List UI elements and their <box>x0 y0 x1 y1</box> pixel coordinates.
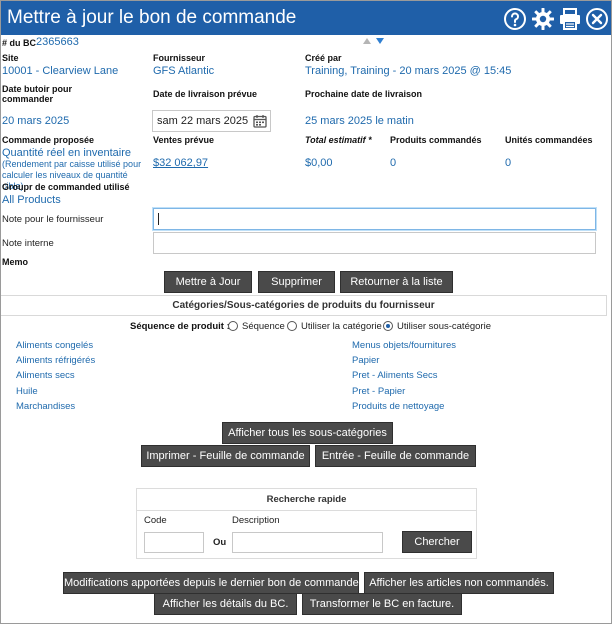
estimated-total-label: Total estimatif * <box>305 135 372 145</box>
supplier-value: GFS Atlantic <box>153 65 215 77</box>
estimated-total-value: $0,00 <box>305 157 333 169</box>
print-order-sheet-button[interactable]: Imprimer - Feuille de commande <box>141 445 310 467</box>
internal-note-input[interactable] <box>153 232 596 254</box>
radio-sequence-label: Séquence <box>242 321 285 332</box>
category-link[interactable]: Aliments réfrigérés <box>16 355 95 366</box>
or-label: Ou <box>213 537 227 548</box>
delivery-date-field[interactable]: sam 22 mars 2025 <box>152 110 271 132</box>
convert-to-invoice-button[interactable]: Transformer le BC en facture. <box>302 593 462 615</box>
order-group-label: Groupr de commanded utilisé <box>2 182 130 192</box>
po-number: 2365663 <box>36 36 79 48</box>
units-ordered-label: Unités commandées <box>505 135 593 145</box>
delivery-date-text: sam 22 mars 2025 <box>157 115 249 127</box>
supplier-note-label: Note pour le fournisseur <box>2 214 104 225</box>
products-ordered-label: Produits commandés <box>390 135 482 145</box>
memo-label: Memo <box>2 257 29 267</box>
po-number-label: # du BC <box>2 38 37 48</box>
update-button[interactable]: Mettre à Jour <box>164 271 252 293</box>
code-label: Code <box>144 515 167 526</box>
site-value: 10001 - Clearview Lane <box>2 65 119 77</box>
category-link[interactable]: Aliments congelés <box>16 340 93 351</box>
radio-sequence[interactable] <box>228 321 238 331</box>
created-label: Créé par <box>305 53 342 63</box>
next-delivery-value: 25 mars 2025 le matin <box>305 115 414 127</box>
code-input[interactable] <box>144 532 204 553</box>
entry-order-sheet-button[interactable]: Entrée - Feuille de commande <box>315 445 476 467</box>
radio-subcategory[interactable] <box>383 321 393 331</box>
radio-subcategory-label: Utiliser sous-catégorie <box>397 321 491 332</box>
back-to-list-button[interactable]: Retourner à la liste <box>340 271 453 293</box>
quick-search-panel: Recherche rapide Code Ou Description Che… <box>136 488 477 559</box>
products-ordered-value: 0 <box>390 157 397 169</box>
show-all-subcategories-button[interactable]: Afficher tous les sous-catégories <box>222 422 393 444</box>
proposed-order-label: Commande proposée <box>2 135 95 145</box>
order-due-value: 20 mars 2025 <box>2 115 70 127</box>
order-due-label: Date butoir pour commander <box>2 84 72 104</box>
delivery-date-label: Date de livraison prévue <box>153 89 258 99</box>
category-link[interactable]: Huile <box>16 386 38 397</box>
next-delivery-label: Prochaine date de livraison <box>305 89 423 99</box>
changes-since-last-po-button[interactable]: Modifications apportées depuis le dernie… <box>63 572 362 594</box>
forecast-sales-link[interactable]: $32 062,97 <box>153 157 208 169</box>
radio-category-label: Utiliser la catégorie <box>301 321 382 332</box>
radio-category[interactable] <box>287 321 297 331</box>
category-link[interactable]: Pret - Aliments Secs <box>352 370 438 381</box>
page-title: Mettre à jour le bon de commande <box>7 7 297 28</box>
category-link[interactable]: Pret - Papier <box>352 386 405 397</box>
categories-heading: Catégories/Sous-catégories de produits d… <box>1 295 607 316</box>
units-ordered-value: 0 <box>505 157 512 169</box>
forecast-sales-label: Ventes prévue <box>153 135 215 145</box>
sort-arrows-icon[interactable] <box>362 37 386 45</box>
title-bar: Mettre à jour le bon de commande <box>1 1 611 35</box>
category-link[interactable]: Aliments secs <box>16 370 75 381</box>
supplier-label: Fournisseur <box>153 53 206 63</box>
created-value: Training, Training - 20 mars 2025 @ 15:4… <box>305 65 512 77</box>
sequence-label: Séquence de produit : <box>130 321 230 332</box>
internal-note-label: Note interne <box>2 238 54 249</box>
calendar-icon[interactable] <box>253 114 267 128</box>
text-cursor <box>158 213 159 225</box>
category-link[interactable]: Menus objets/fournitures <box>352 340 456 351</box>
show-po-details-button[interactable]: Afficher les détails du BC. <box>154 593 297 615</box>
site-label: Site <box>2 53 19 63</box>
show-unordered-items-button[interactable]: Afficher les articles non commandés. <box>364 572 554 594</box>
help-icon[interactable] <box>503 7 527 31</box>
delete-button[interactable]: Supprimer <box>258 271 335 293</box>
quick-search-title: Recherche rapide <box>137 489 476 511</box>
order-group-value: All Products <box>2 194 61 206</box>
print-icon[interactable] <box>558 7 582 31</box>
close-icon[interactable] <box>585 7 609 31</box>
supplier-note-input[interactable] <box>153 208 596 230</box>
category-link[interactable]: Produits de nettoyage <box>352 401 444 412</box>
category-link[interactable]: Marchandises <box>16 401 75 412</box>
category-link[interactable]: Papier <box>352 355 379 366</box>
description-label: Description <box>232 515 280 526</box>
gear-icon[interactable] <box>531 7 555 31</box>
description-input[interactable] <box>232 532 383 553</box>
proposed-order-value: Quantité réel en inventaire <box>2 147 132 159</box>
search-button[interactable]: Chercher <box>402 531 472 553</box>
